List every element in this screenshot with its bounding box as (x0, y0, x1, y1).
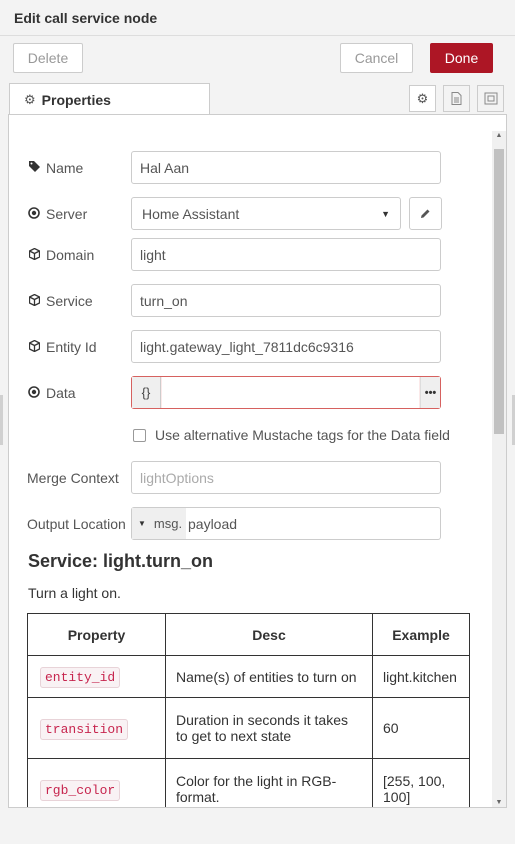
domain-input[interactable]: light (131, 238, 441, 271)
dialog-title: Edit call service node (14, 10, 158, 26)
dot-circle-icon (27, 206, 41, 222)
table-header-row: Property Desc Example (27, 613, 470, 656)
scroll-down-arrow-icon[interactable]: ▼ (494, 798, 504, 807)
domain-label: Domain (46, 247, 95, 263)
mustache-option[interactable]: Use alternative Mustache tags for the Da… (133, 427, 450, 443)
property-code: transition (40, 718, 129, 740)
mustache-label: Use alternative Mustache tags for the Da… (155, 427, 450, 443)
service-row: Service turn_on (9, 284, 489, 318)
cube-icon (27, 293, 41, 309)
service-doc-title: Service: light.turn_on (28, 551, 214, 571)
scroll-up-arrow-icon[interactable]: ▲ (494, 131, 504, 141)
tab-properties[interactable]: ⚙ Properties (9, 83, 210, 116)
delete-button[interactable]: Delete (13, 43, 83, 73)
table-cell-example: light.kitchen (372, 655, 470, 698)
dot-circle-icon (27, 385, 41, 401)
properties-panel: ▲ ▼ Name Hal Aan Server Home Assistant ▼ (8, 114, 507, 808)
service-label: Service (46, 293, 93, 309)
table-cell-desc: Duration in seconds it takes to get to n… (165, 697, 373, 759)
cube-icon (27, 247, 41, 263)
table-row: transition Duration in seconds it takes … (27, 697, 470, 759)
server-select[interactable]: Home Assistant ▼ (131, 197, 401, 230)
chevron-down-icon: ▼ (381, 208, 390, 219)
server-select-value: Home Assistant (142, 205, 240, 222)
data-label: Data (46, 385, 76, 401)
property-code: entity_id (40, 667, 121, 688)
tag-icon (27, 161, 41, 175)
tab-bar: ⚙ Properties ⚙ (0, 81, 515, 116)
table-cell-desc: Color for the light in RGB-format. (165, 758, 373, 807)
entity-id-input[interactable]: light.gateway_light_7811dc6c9316 (131, 330, 441, 363)
table-header-example: Example (372, 613, 470, 656)
server-row: Server Home Assistant ▼ (9, 197, 489, 231)
merge-context-row: Merge Context lightOptions (9, 461, 489, 495)
output-location-label: Output Location (27, 516, 126, 532)
table-row: entity_id Name(s) of entities to turn on… (27, 655, 470, 698)
mustache-checkbox[interactable] (133, 428, 146, 442)
expand-editor-button[interactable]: ••• (420, 377, 440, 408)
table-cell-desc: Name(s) of entities to turn on (165, 655, 373, 698)
cube-icon (27, 339, 41, 355)
table-header-desc: Desc (165, 613, 373, 656)
appearance-tab-button[interactable] (477, 85, 504, 112)
table-row: rgb_color Color for the light in RGB-for… (27, 758, 470, 807)
service-doc-description: Turn a light on. (28, 585, 121, 601)
data-input[interactable]: {} ••• (131, 376, 441, 409)
merge-context-label: Merge Context (27, 470, 119, 486)
left-resize-grip[interactable] (0, 395, 3, 445)
name-label: Name (46, 160, 84, 176)
output-location-row: Output Location ▼ msg. payload (9, 507, 489, 541)
entity-id-label: Entity Id (46, 339, 97, 355)
description-tab-button[interactable] (443, 85, 470, 112)
gear-icon: ⚙ (416, 90, 429, 106)
scroll-thumb[interactable] (494, 149, 504, 434)
data-row: Data {} ••• (9, 376, 489, 410)
gear-icon: ⚙ (24, 92, 36, 107)
property-code: rgb_color (40, 779, 121, 801)
dialog-button-row: Delete Cancel Done (0, 36, 515, 81)
domain-row: Domain light (9, 238, 489, 272)
frame-icon (484, 92, 497, 105)
name-row: Name Hal Aan (9, 151, 489, 185)
dialog-footer (0, 808, 515, 844)
service-doc-table: Property Desc Example entity_id Name(s) … (27, 613, 470, 807)
cancel-button[interactable]: Cancel (340, 43, 413, 73)
done-button[interactable]: Done (430, 43, 493, 73)
table-header-property: Property (27, 613, 166, 656)
vertical-scrollbar[interactable]: ▲ ▼ (492, 131, 506, 807)
server-label: Server (46, 206, 88, 222)
pencil-icon (421, 209, 430, 218)
name-input[interactable]: Hal Aan (131, 151, 441, 184)
data-value[interactable] (162, 377, 419, 408)
tab-properties-label: Properties (41, 92, 111, 108)
dialog-titlebar: Edit call service node (0, 0, 515, 36)
entity-id-row: Entity Id light.gateway_light_7811dc6c93… (9, 330, 489, 364)
output-type-selector[interactable]: ▼ msg. (132, 508, 187, 539)
table-cell-example: 60 (372, 697, 470, 759)
data-type-selector[interactable]: {} (132, 377, 161, 408)
merge-context-input[interactable]: lightOptions (131, 461, 441, 494)
settings-tab-button[interactable]: ⚙ (409, 85, 436, 112)
table-cell-example: [255, 100, 100] (372, 758, 470, 807)
document-icon (451, 92, 462, 105)
output-location-input[interactable]: ▼ msg. payload (131, 507, 441, 540)
output-type-label: msg. (153, 516, 183, 531)
service-input[interactable]: turn_on (131, 284, 441, 317)
caret-down-icon: ▼ (138, 519, 146, 528)
edit-server-button[interactable] (409, 197, 442, 230)
output-location-value[interactable]: payload (188, 508, 237, 539)
